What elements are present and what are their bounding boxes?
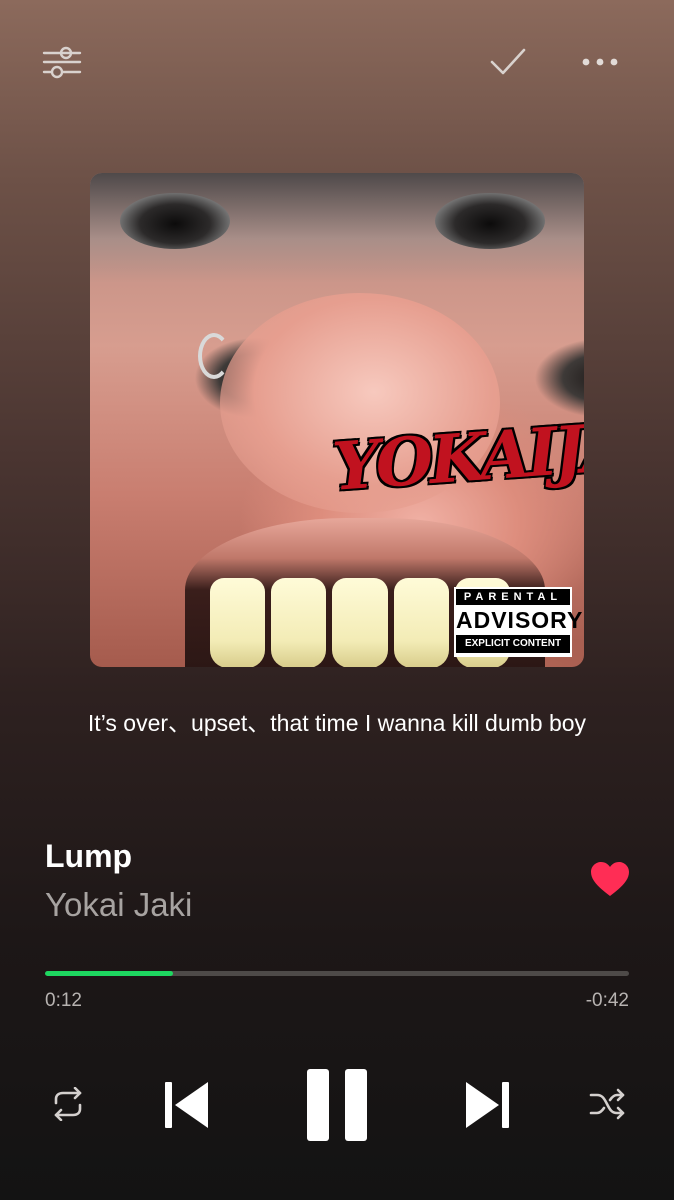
repeat-icon [54,1087,82,1121]
more-options-button[interactable] [574,40,626,84]
advisory-top-text: PARENTAL [456,589,570,605]
pause-button[interactable] [292,1060,382,1150]
pause-icon [307,1069,367,1141]
skip-previous-icon [165,1082,208,1128]
progress-bar[interactable] [45,971,629,976]
time-elapsed: 0:12 [45,990,82,1011]
like-button[interactable] [584,856,636,904]
equalizer-button[interactable] [38,40,86,84]
album-artwork: YOKAIJAKI PARENTAL ADVISORY EXPLICIT CON… [90,173,584,667]
artwork-eye-left [120,193,230,249]
artwork-nose-ring [198,333,230,379]
advisory-bottom-text: EXPLICIT CONTENT [456,635,570,653]
skip-next-icon [466,1082,509,1128]
time-remaining: -0:42 [585,990,629,1011]
check-icon [490,48,526,75]
confirm-button[interactable] [484,40,532,84]
lyrics-line[interactable]: It’s over、upset、that time I wanna kill d… [60,706,614,740]
progress-bar-fill [45,971,174,976]
more-dots-icon [582,58,618,66]
advisory-middle-text: ADVISORY [456,605,584,635]
track-artist[interactable]: Yokai Jaki [45,886,192,924]
artwork-band-logo: YOKAIJAKI [330,401,584,506]
parental-advisory-label: PARENTAL ADVISORY EXPLICIT CONTENT [454,587,584,657]
top-bar [0,0,674,120]
heart-icon [591,862,629,896]
sliders-icon [42,46,82,79]
shuffle-button[interactable] [580,1080,636,1128]
artwork-eye-right [435,193,545,249]
shuffle-icon [589,1088,625,1120]
next-track-button[interactable] [452,1070,522,1140]
track-title[interactable]: Lump [45,838,132,875]
previous-track-button[interactable] [152,1070,222,1140]
repeat-button[interactable] [40,1080,96,1128]
